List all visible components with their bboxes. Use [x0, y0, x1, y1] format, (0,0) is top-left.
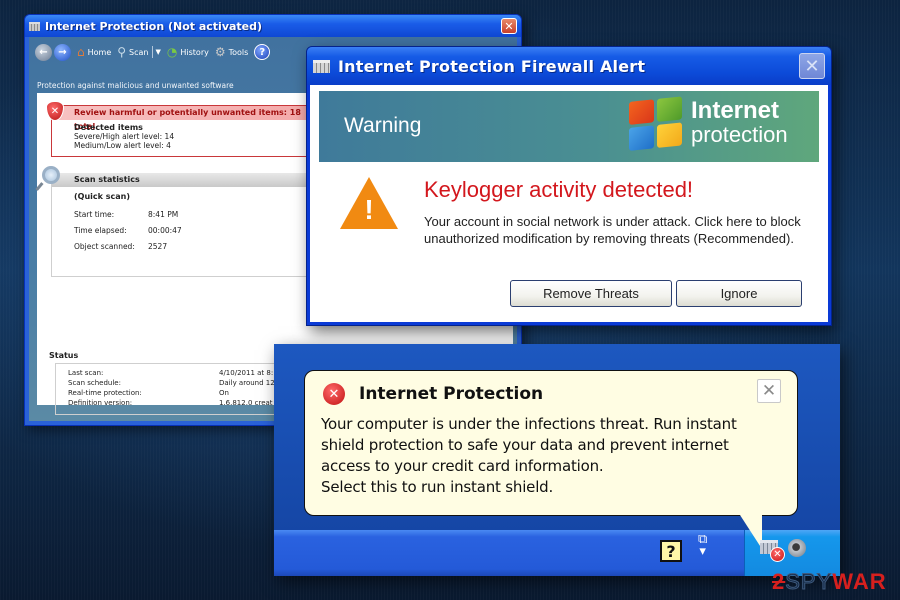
main-window-titlebar[interactable]: Internet Protection (Not activated) ✕: [25, 15, 521, 37]
toolbar-history[interactable]: ◔ History: [167, 46, 209, 58]
balloon-title: Internet Protection: [359, 384, 544, 404]
scan-mode: (Quick scan): [74, 192, 130, 201]
magnifier-handle: [35, 182, 44, 191]
firewall-alert-body: Warning Internet protection ! Keylogger …: [310, 85, 828, 322]
close-button[interactable]: ✕: [501, 18, 517, 34]
stat-row: Start time: 8:41 PM: [74, 206, 322, 222]
status-value: Daily around 12: [219, 379, 275, 387]
watermark-part2: SPY: [785, 569, 833, 595]
magnifier-icon: [42, 166, 60, 184]
expand-arrow-icon: ▾: [699, 544, 706, 559]
stat-key: Time elapsed:: [74, 225, 127, 235]
firewall-icon: [29, 21, 40, 31]
balloon-message-line: Select this to run instant shield.: [321, 478, 554, 496]
ignore-button[interactable]: Ignore: [676, 280, 802, 307]
stat-value: 2527: [148, 241, 168, 251]
severe-count: Severe/High alert level: 14: [74, 132, 175, 141]
brand-line1: Internet: [691, 97, 780, 124]
stat-value: 8:41 PM: [148, 209, 179, 219]
watermark-part1: 2: [772, 569, 786, 594]
balloon-message-line: access to your credit card information.: [321, 457, 604, 475]
close-button[interactable]: ✕: [799, 53, 825, 79]
toolbar-home-label: Home: [87, 47, 112, 57]
status-heading: Status: [49, 351, 79, 360]
gear-icon: ⚙: [214, 45, 226, 59]
medium-count: Medium/Low alert level: 4: [74, 141, 171, 150]
firewall-alert-titlebar[interactable]: Internet Protection Firewall Alert ✕: [307, 47, 831, 85]
chevron-down-icon[interactable]: ▼: [156, 48, 161, 56]
toolbar-scan-label: Scan: [129, 47, 149, 57]
scan-statistics-heading: Scan statistics: [52, 173, 322, 187]
balloon-message-line: Your computer is under the infections th…: [321, 415, 737, 433]
toolbar-separator: [151, 46, 153, 58]
stat-key: Start time:: [74, 209, 115, 219]
status-value: 1.6.812.0 creat: [219, 399, 273, 407]
warning-exclamation: !: [364, 194, 374, 225]
status-key: Real-time protection:: [68, 389, 142, 397]
stat-row: Object scanned: 2527: [74, 238, 322, 254]
balloon-message[interactable]: Your computer is under the infections th…: [321, 414, 791, 498]
status-key: Last scan:: [68, 369, 104, 377]
logo-yellow-pane: [657, 122, 682, 148]
remove-threats-button[interactable]: Remove Threats: [510, 280, 672, 307]
forward-button[interactable]: →: [54, 43, 71, 61]
balloon-tail: [740, 515, 762, 549]
balloon-close-button[interactable]: ✕: [757, 379, 781, 403]
alert-headline: Keylogger activity detected!: [424, 177, 694, 202]
review-heading[interactable]: Review harmful or potentially unwanted i…: [52, 106, 320, 131]
status-value: 4/10/2011 at 8:: [219, 369, 274, 377]
help-icon[interactable]: ?: [660, 540, 682, 562]
firewall-icon: [313, 59, 330, 73]
brand-logo: Internet protection: [691, 99, 788, 146]
status-value: On: [219, 389, 229, 397]
tray-volume-icon[interactable]: [788, 539, 806, 557]
stat-value: 00:00:47: [148, 225, 182, 235]
main-window-title: Internet Protection (Not activated): [45, 19, 263, 33]
toolbar-tools[interactable]: ⚙ Tools: [215, 46, 248, 58]
status-key: Definition version:: [68, 399, 133, 407]
toolbar-home[interactable]: ⌂ Home: [77, 46, 111, 58]
home-icon: ⌂: [77, 45, 85, 59]
warning-banner: Warning Internet protection: [319, 91, 819, 162]
alert-message[interactable]: Your account in social network is under …: [424, 213, 814, 247]
logo-blue-pane: [629, 125, 654, 151]
logo-red-pane: [629, 99, 654, 125]
banner-warning-label: Warning: [344, 114, 422, 137]
logo-green-pane: [657, 96, 682, 122]
error-icon: ✕: [323, 383, 345, 405]
stat-row: Time elapsed: 00:00:47: [74, 222, 322, 238]
windows-logo-icon: [629, 96, 685, 154]
scan-statistics-rows: (Quick scan) Start time: 8:41 PM Time el…: [52, 187, 322, 254]
notification-balloon[interactable]: ✕ Internet Protection ✕ Your computer is…: [304, 370, 798, 516]
toolbar-tools-label: Tools: [228, 47, 249, 57]
detected-items-label: Detected items: [74, 123, 143, 132]
back-button[interactable]: ←: [35, 43, 52, 61]
toolbar-history-label: History: [180, 47, 209, 57]
stat-key: Object scanned:: [74, 241, 135, 251]
magnifier-icon: ⚲: [117, 45, 127, 59]
taskbar-notification-area: ✕ Internet Protection ✕ Your computer is…: [274, 344, 840, 576]
tray-error-icon[interactable]: ✕: [770, 547, 785, 562]
brand-line2: protection: [691, 122, 788, 147]
balloon-message-line: shield protection to safe your data and …: [321, 436, 729, 454]
review-body: Detected items Severe/High alert level: …: [52, 120, 320, 150]
watermark-logo: 2SPYWAR: [772, 569, 887, 595]
firewall-alert-dialog: Internet Protection Firewall Alert ✕ War…: [306, 46, 832, 326]
firewall-alert-title: Internet Protection Firewall Alert: [338, 56, 646, 76]
page-subtitle: Protection against malicious and unwante…: [37, 81, 234, 90]
restore-windows-icon[interactable]: ⧉ ▾: [698, 533, 707, 559]
help-icon[interactable]: ?: [254, 44, 271, 60]
scan-statistics-panel: Scan statistics (Quick scan) Start time:…: [35, 166, 323, 277]
review-panel[interactable]: ✕ Review harmful or potentially unwanted…: [46, 101, 321, 157]
history-icon: ◔: [166, 45, 178, 59]
status-key: Scan schedule:: [68, 379, 121, 387]
watermark-part3: WAR: [832, 569, 887, 594]
toolbar-scan[interactable]: ⚲ Scan ▼: [117, 46, 161, 58]
